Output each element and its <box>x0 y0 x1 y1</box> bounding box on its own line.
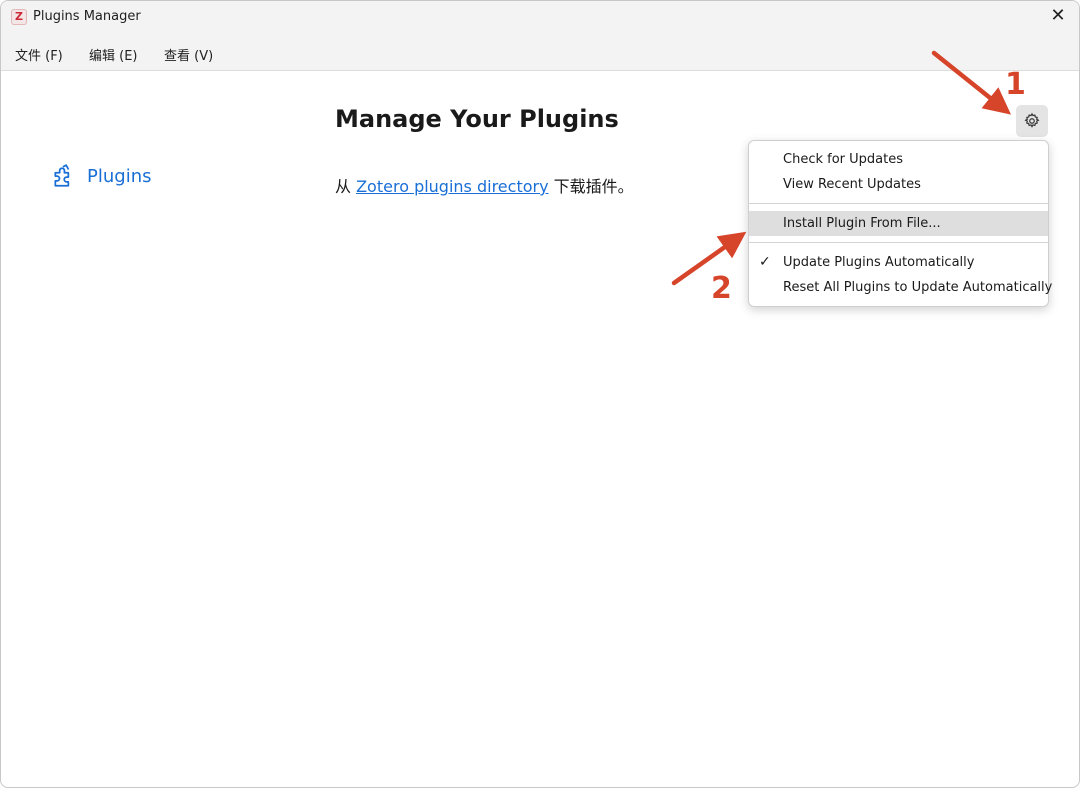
annotation-arrow-1 <box>931 50 1012 115</box>
annotation-label-2: 2 <box>711 271 732 306</box>
annotation-arrows <box>671 50 1012 286</box>
plugins-manager-window: Z Plugins Manager ✕ 文件 (F) 编辑 (E) 查看 (V)… <box>0 0 1080 788</box>
annotation-label-1: 1 <box>1005 67 1026 102</box>
